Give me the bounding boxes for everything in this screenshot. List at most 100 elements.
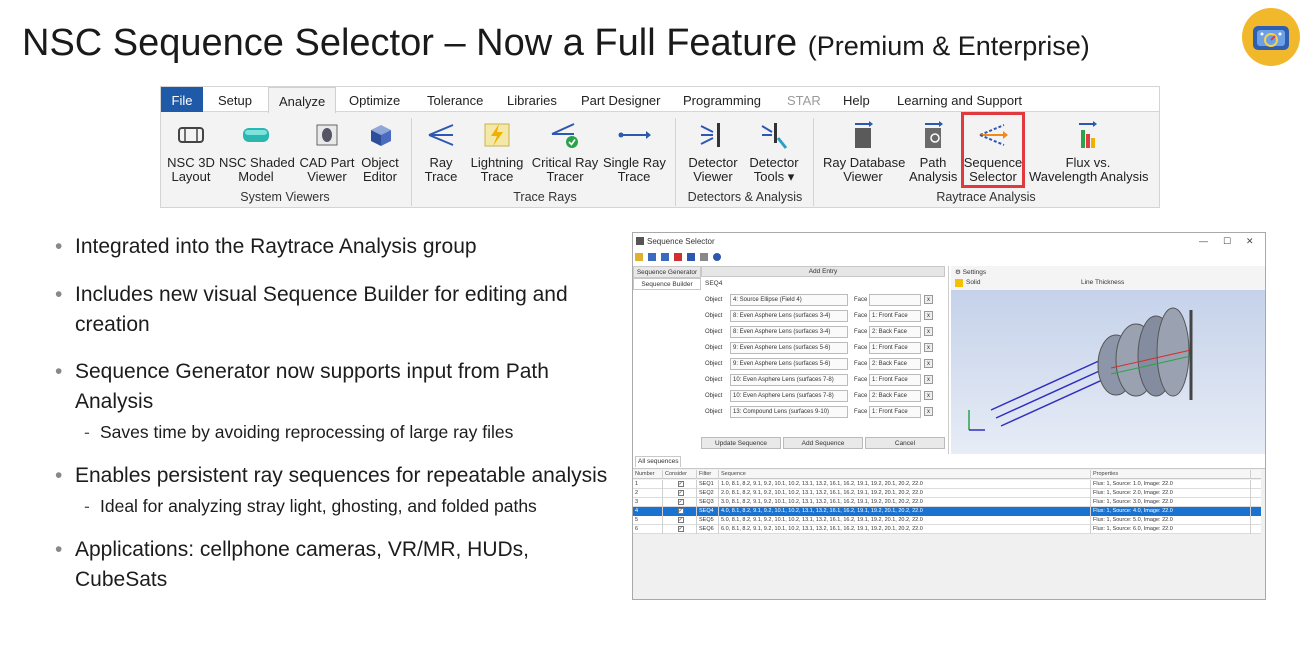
object-select[interactable]: 13: Compound Lens (surfaces 9-10) <box>730 406 848 418</box>
detector-viewer-icon <box>687 118 739 152</box>
object-select[interactable]: 8: Even Asphere Lens (surfaces 3-4) <box>730 326 848 338</box>
cancel-button[interactable]: Cancel <box>865 437 945 449</box>
ribbon: File Setup Analyze Optimize Tolerance Li… <box>160 86 1160 208</box>
close-icon[interactable]: ✕ <box>1246 236 1254 247</box>
object-select[interactable]: 4: Source Ellipse (Field 4) <box>730 294 848 306</box>
nsc-3d-layout-icon <box>167 118 215 152</box>
table-row[interactable]: 3 ✓ SEQ3 3.0, 8.1, 8.2, 9.1, 9.2, 10.1, … <box>633 498 1261 507</box>
cad-part-viewer-button[interactable]: CAD Part Viewer <box>299 118 355 184</box>
remove-row-icon[interactable]: x <box>924 391 933 400</box>
tab-analyze[interactable]: Analyze <box>268 87 337 113</box>
line-thickness-select[interactable]: Line Thickness <box>1081 279 1124 286</box>
detector-viewer-button[interactable]: Detector Viewer <box>687 118 739 184</box>
face-select[interactable]: 1: Front Face <box>869 310 921 322</box>
maximize-icon[interactable]: ☐ <box>1223 236 1231 247</box>
detector-tools-button[interactable]: Detector Tools ▾ <box>747 118 801 184</box>
table-row[interactable]: 6 ✓ SEQ6 6.0, 8.1, 8.2, 9.1, 9.2, 10.1, … <box>633 525 1261 534</box>
group-separator <box>813 118 814 206</box>
tab-sequence-builder[interactable]: Sequence Builder <box>633 278 701 290</box>
tab-help[interactable]: Help <box>843 87 870 112</box>
viewer-toolbar: ⚙ Settings Solid Line Thickness <box>951 266 1265 290</box>
ray-database-viewer-button[interactable]: Ray Database Viewer <box>823 118 905 184</box>
face-select[interactable] <box>869 294 921 306</box>
update-sequence-button[interactable]: Update Sequence <box>701 437 781 449</box>
consider-checkbox[interactable]: ✓ <box>677 490 684 496</box>
face-select[interactable]: 1: Front Face <box>869 406 921 418</box>
consider-checkbox[interactable]: ✓ <box>677 517 684 523</box>
tab-libraries[interactable]: Libraries <box>507 87 557 112</box>
ray-trace-button[interactable]: Ray Trace <box>423 118 459 184</box>
tab-all-sequences[interactable]: All sequences <box>635 456 681 467</box>
table-row[interactable]: 2 ✓ SEQ2 2.0, 8.1, 8.2, 9.1, 9.2, 10.1, … <box>633 489 1261 498</box>
builder-row: Object 10: Even Asphere Lens (surfaces 7… <box>703 389 941 403</box>
open-icon[interactable] <box>635 253 643 261</box>
tab-setup[interactable]: Setup <box>218 87 252 112</box>
table-row-selected[interactable]: 4 ✓ SEQ4 4.0, 8.1, 8.2, 9.1, 9.2, 10.1, … <box>633 507 1261 516</box>
help-icon[interactable] <box>712 253 721 261</box>
consider-checkbox[interactable]: ✓ <box>677 481 684 487</box>
consider-checkbox[interactable]: ✓ <box>677 499 684 505</box>
delete-icon[interactable] <box>673 253 682 261</box>
save-as-icon[interactable] <box>660 253 669 261</box>
table-row[interactable]: 5 ✓ SEQ5 5.0, 8.1, 8.2, 9.1, 9.2, 10.1, … <box>633 516 1261 525</box>
add-sequence-button[interactable]: Add Sequence <box>783 437 863 449</box>
single-ray-trace-button[interactable]: Single Ray Trace <box>603 118 666 184</box>
nsc-3d-layout-button[interactable]: NSC 3D Layout <box>167 118 215 184</box>
group-separator <box>675 118 676 206</box>
object-editor-icon <box>359 118 401 152</box>
tab-learning-and-support[interactable]: Learning and Support <box>897 87 1022 112</box>
object-select[interactable]: 9: Even Asphere Lens (surfaces 5-6) <box>730 358 848 370</box>
layout-3d-view[interactable] <box>951 290 1265 454</box>
consider-checkbox[interactable]: ✓ <box>677 508 684 514</box>
bullet-item: Applications: cellphone cameras, VR/MR, … <box>55 535 625 595</box>
tab-sequence-generator[interactable]: Sequence Generator <box>633 266 701 278</box>
minimize-icon[interactable]: — <box>1199 236 1208 246</box>
remove-row-icon[interactable]: x <box>924 327 933 336</box>
object-editor-button[interactable]: Object Editor <box>359 118 401 184</box>
path-analysis-button[interactable]: Path Analysis <box>909 118 957 184</box>
table-row[interactable]: 1 ✓ SEQ1 1.0, 8.1, 8.2, 9.1, 9.2, 10.1, … <box>633 480 1261 489</box>
slide-title-text: NSC Sequence Selector – Now a Full Featu… <box>22 22 798 64</box>
add-entry-button[interactable]: Add Entry <box>701 266 945 277</box>
tab-file[interactable]: File <box>161 87 203 112</box>
object-select[interactable]: 10: Even Asphere Lens (surfaces 7-8) <box>730 374 848 386</box>
object-select[interactable]: 9: Even Asphere Lens (surfaces 5-6) <box>730 342 848 354</box>
tab-star: STAR <box>787 93 821 108</box>
remove-row-icon[interactable]: x <box>924 359 933 368</box>
critical-ray-tracer-button[interactable]: Critical Ray Tracer <box>531 118 599 184</box>
face-select[interactable]: 1: Front Face <box>869 342 921 354</box>
face-select[interactable]: 2: Back Face <box>869 326 921 338</box>
tools-icon[interactable] <box>699 253 708 261</box>
face-select[interactable]: 2: Back Face <box>869 390 921 402</box>
face-select[interactable]: 2: Back Face <box>869 358 921 370</box>
save-icon[interactable] <box>647 253 656 261</box>
tab-optimize[interactable]: Optimize <box>349 87 400 112</box>
bullet-item: Integrated into the Raytrace Analysis gr… <box>55 232 625 262</box>
tab-programming[interactable]: Programming <box>683 87 761 112</box>
tab-tolerance[interactable]: Tolerance <box>427 87 483 112</box>
bullet-item: Includes new visual Sequence Builder for… <box>55 280 625 340</box>
remove-row-icon[interactable]: x <box>924 295 933 304</box>
remove-row-icon[interactable]: x <box>924 375 933 384</box>
sequences-table: Number Consider Filter Sequence Properti… <box>633 468 1265 599</box>
remove-row-icon[interactable]: x <box>924 343 933 352</box>
sub-bullet-item: Ideal for analyzing stray light, ghostin… <box>55 493 625 519</box>
flux-wavelength-icon <box>1029 118 1147 152</box>
object-select[interactable]: 8: Even Asphere Lens (surfaces 3-4) <box>730 310 848 322</box>
solid-select[interactable]: Solid <box>966 279 980 286</box>
nsc-shaded-model-button[interactable]: NSC Shaded Model <box>219 118 295 184</box>
remove-row-icon[interactable]: x <box>924 311 933 320</box>
flux-vs-wavelength-button[interactable]: Flux vs. Wavelength Analysis <box>1029 118 1148 184</box>
sequence-builder-pane: Sequence Generator Sequence Builder Add … <box>633 266 949 454</box>
consider-checkbox[interactable]: ✓ <box>677 526 684 532</box>
tab-part-designer[interactable]: Part Designer <box>581 87 660 112</box>
shaded-model-icon <box>219 118 293 152</box>
object-select[interactable]: 10: Even Asphere Lens (surfaces 7-8) <box>730 390 848 402</box>
face-select[interactable]: 1: Front Face <box>869 374 921 386</box>
undo-icon[interactable] <box>686 253 695 261</box>
lightning-trace-button[interactable]: Lightning Trace <box>467 118 527 184</box>
cad-part-icon <box>299 118 355 152</box>
remove-row-icon[interactable]: x <box>924 407 933 416</box>
settings-button[interactable]: ⚙ Settings <box>955 268 986 276</box>
builder-row: Object 9: Even Asphere Lens (surfaces 5-… <box>703 341 941 355</box>
